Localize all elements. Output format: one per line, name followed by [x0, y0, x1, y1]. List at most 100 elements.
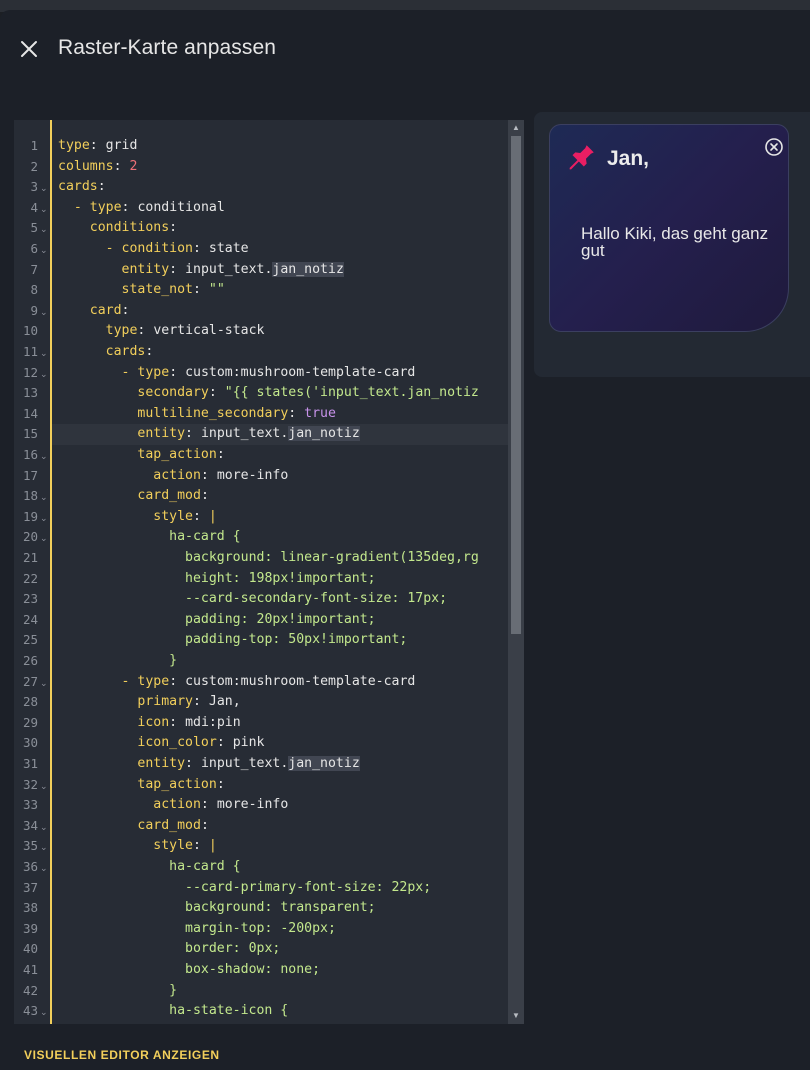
code-line[interactable]: entity: input_text.jan_notiz [52, 260, 508, 281]
fold-chevron-icon[interactable]: ⌄ [40, 507, 49, 528]
fold-chevron-icon[interactable]: ⌄ [40, 301, 49, 322]
close-icon [21, 41, 37, 57]
fold-chevron-icon[interactable]: ⌄ [40, 816, 49, 837]
fold-chevron-icon[interactable]: ⌄ [40, 342, 49, 363]
edit-card-dialog: Raster-Karte anpassen 1 2 3 ⌄ 4 ⌄ 5 ⌄ 6 ⌄ 7 8 9 ⌄ 10 11… [0, 10, 810, 1070]
yaml-key: style [153, 508, 193, 524]
code-line[interactable]: border: 0px; [52, 939, 508, 960]
list-dash: - [105, 241, 122, 256]
code-line[interactable]: cards: [52, 342, 508, 363]
line-number: 7 [30, 261, 38, 277]
fold-chevron-icon[interactable]: ⌄ [40, 775, 49, 796]
fold-chevron-icon[interactable]: ⌄ [40, 1001, 49, 1022]
yaml-value: input_text. [200, 756, 289, 771]
yaml-string: "{{ states('input_text.jan_notiz [224, 385, 479, 401]
line-number: 13 [22, 385, 38, 401]
fold-chevron-icon[interactable]: ⌄ [40, 486, 49, 507]
close-button[interactable] [14, 34, 44, 64]
fold-chevron-icon[interactable]: ⌄ [40, 527, 49, 548]
code-line[interactable]: } [52, 651, 508, 672]
code-line[interactable]: icon: mdi:pin [52, 713, 508, 734]
code-line[interactable]: entity: input_text.jan_notiz [52, 754, 508, 775]
yaml-key: entity [137, 426, 186, 442]
yaml-key: state_not [121, 282, 193, 298]
close-circle-icon[interactable] [764, 137, 784, 157]
yaml-string: height: 198px!important; [185, 570, 376, 586]
code-line[interactable]: --card-primary-font-size: 22px; [52, 878, 508, 899]
code-line[interactable]: action: more-info [52, 795, 508, 816]
yaml-value: mdi:pin [185, 714, 241, 730]
code-line[interactable]: - type: custom:mushroom-template-card [52, 363, 508, 384]
code-line[interactable]: conditions: [52, 218, 508, 239]
fold-chevron-icon[interactable]: ⌄ [40, 198, 49, 219]
fold-chevron-icon[interactable]: ⌄ [40, 445, 49, 466]
code-line[interactable]: height: 198px!important; [52, 569, 508, 590]
code-line[interactable]: box-shadow: none; [52, 960, 508, 981]
code-line[interactable]: card_mod: [52, 486, 508, 507]
fold-chevron-icon[interactable]: ⌄ [40, 239, 49, 260]
code-line[interactable]: ha-card { [52, 857, 508, 878]
mushroom-template-card[interactable]: Jan, Hallo Kiki, das geht ganz gut [549, 124, 789, 332]
line-number: 37 [22, 879, 38, 895]
code-line[interactable]: padding-top: 50px!important; [52, 630, 508, 651]
yaml-key: conditions [89, 220, 170, 236]
code-line[interactable]: type: grid [52, 136, 508, 157]
scroll-up-icon[interactable]: ▲ [511, 122, 521, 134]
fold-chevron-icon[interactable]: ⌄ [40, 836, 49, 857]
code-line[interactable]: state_not: "" [52, 280, 508, 301]
fold-chevron-icon[interactable]: ⌄ [40, 857, 49, 878]
yaml-key: action [153, 467, 201, 483]
yaml-value: vertical-stack [153, 323, 265, 339]
code-line[interactable]: primary: Jan, [52, 692, 508, 713]
code-line[interactable]: padding: 20px!important; [52, 610, 508, 631]
yaml-key: primary [137, 694, 193, 710]
line-number: 21 [22, 550, 38, 565]
code-line[interactable]: tap_action: [52, 445, 508, 466]
fold-chevron-icon[interactable]: ⌄ [40, 672, 49, 693]
fold-chevron-icon[interactable]: ⌄ [40, 177, 49, 198]
code-line[interactable]: columns: 2 [52, 157, 508, 178]
yaml-code-editor[interactable]: 1 2 3 ⌄ 4 ⌄ 5 ⌄ 6 ⌄ 7 8 9 ⌄ 10 11 ⌄ 12 ⌄ 13 14 15 16 ⌄ 17 18 ⌄ 19 ⌄ 2… [14, 120, 524, 1024]
code-line[interactable]: cards: [52, 177, 508, 198]
show-visual-editor-button[interactable]: VISUELLEN EDITOR ANZEIGEN [24, 1048, 220, 1062]
code-line[interactable]: card: [52, 301, 508, 322]
code-line[interactable]: style: | [52, 507, 508, 528]
line-number: 22 [22, 570, 38, 586]
code-line[interactable]: tap_action: [52, 775, 508, 796]
code-line[interactable]: - condition: state [52, 239, 508, 260]
yaml-key: condition [121, 241, 193, 256]
code-line[interactable]: secondary: "{{ states('input_text.jan_no… [52, 383, 508, 404]
yaml-value: input_text. [185, 261, 273, 277]
code-line[interactable]: ha-card { [52, 527, 508, 548]
yaml-key: cards [105, 344, 146, 359]
pin-icon [569, 145, 594, 170]
yaml-value: conditional [137, 199, 225, 215]
fold-chevron-icon[interactable]: ⌄ [40, 218, 49, 239]
code-line[interactable]: --card-secondary-font-size: 17px; [52, 589, 508, 610]
code-line[interactable]: card_mod: [52, 816, 508, 837]
code-line[interactable]: entity: input_text.jan_notiz [52, 424, 508, 445]
code-line[interactable]: background: transparent; [52, 898, 508, 919]
code-line[interactable]: icon_color: pink [52, 733, 508, 754]
code-line[interactable]: multiline_secondary: true [52, 404, 508, 425]
code-line[interactable]: - type: custom:mushroom-template-card [52, 672, 508, 693]
scroll-thumb[interactable] [511, 136, 521, 634]
yaml-block-indicator: | [208, 508, 217, 524]
scroll-down-icon[interactable]: ▼ [511, 1010, 521, 1022]
code-line[interactable]: style: | [52, 836, 508, 857]
code-line[interactable]: margin-top: -200px; [52, 919, 508, 940]
code-line[interactable]: } [52, 981, 508, 1002]
editor-scrollbar[interactable]: ▲ ▼ [508, 120, 524, 1024]
yaml-key: tap_action [137, 776, 217, 792]
code-line[interactable]: - type: conditional [52, 198, 508, 219]
code-line[interactable]: action: more-info [52, 466, 508, 487]
code-content[interactable]: type: grid columns: 2 cards: - type: condi… [52, 120, 508, 1024]
code-line[interactable]: type: vertical-stack [52, 321, 508, 342]
code-line[interactable]: background: linear-gradient(135deg,rg [52, 548, 508, 569]
yaml-number: 2 [129, 158, 138, 174]
line-number: 43 [22, 1003, 38, 1019]
yaml-string: padding: 20px!important; [185, 611, 376, 627]
fold-chevron-icon[interactable]: ⌄ [40, 363, 49, 384]
card-primary-text: Jan, [607, 147, 650, 170]
code-line[interactable]: ha-state-icon { [52, 1001, 508, 1022]
